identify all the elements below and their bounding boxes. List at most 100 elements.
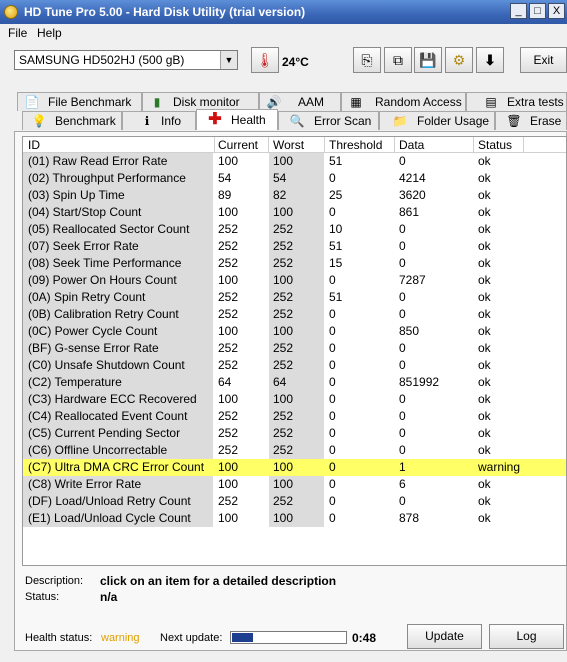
table-row[interactable]: (0A) Spin Retry Count 252 252 51 0 ok — [23, 289, 566, 306]
table-header: ID Current Worst Threshold Data Status — [23, 137, 566, 153]
table-row[interactable]: (0C) Power Cycle Count 100 100 0 850 ok — [23, 323, 566, 340]
copy-all-button[interactable]: ⧉ — [384, 47, 412, 73]
column-divider[interactable] — [523, 137, 524, 152]
cell-current: 100 — [218, 205, 239, 219]
cell-id: (C4) Reallocated Event Count — [28, 409, 188, 423]
save-button[interactable]: 💾 — [414, 47, 442, 73]
cell-id: (BF) G-sense Error Rate — [28, 341, 159, 355]
cell-id: (02) Throughput Performance — [28, 171, 186, 185]
column-header-threshold[interactable]: Threshold — [329, 138, 382, 152]
app-icon — [4, 5, 18, 19]
table-row[interactable]: (07) Seek Error Rate 252 252 51 0 ok — [23, 238, 566, 255]
column-divider[interactable] — [214, 137, 215, 152]
table-row[interactable]: (01) Raw Read Error Rate 100 100 51 0 ok — [23, 153, 566, 170]
cell-current: 100 — [218, 273, 239, 287]
thermometer-icon[interactable]: 🌡 — [251, 47, 279, 73]
cell-data: 0 — [399, 494, 406, 508]
tab-random-access[interactable]: ▦ Random Access — [341, 92, 466, 111]
column-divider[interactable] — [394, 137, 395, 152]
tab-file-benchmark[interactable]: 📄 File Benchmark — [17, 92, 142, 111]
column-header-status[interactable]: Status — [478, 138, 512, 152]
update-progress-bar — [230, 631, 347, 644]
table-row[interactable]: (C8) Write Error Rate 100 100 0 6 ok — [23, 476, 566, 493]
menu-help[interactable]: Help — [37, 26, 62, 40]
exit-button[interactable]: Exit — [520, 47, 567, 73]
cell-threshold: 0 — [329, 443, 336, 457]
column-header-id[interactable]: ID — [28, 138, 40, 152]
table-row[interactable]: (E1) Load/Unload Cycle Count 100 100 0 878 ok — [23, 510, 566, 527]
table-row[interactable]: (C0) Unsafe Shutdown Count 252 252 0 0 ok — [23, 357, 566, 374]
table-row[interactable]: (C4) Reallocated Event Count 252 252 0 0 ok — [23, 408, 566, 425]
column-divider[interactable] — [473, 137, 474, 152]
tab-info[interactable]: ℹ Info — [122, 111, 196, 130]
cell-current: 252 — [218, 256, 239, 270]
cell-status: ok — [478, 205, 491, 219]
table-row[interactable]: (08) Seek Time Performance 252 252 15 0 ok — [23, 255, 566, 272]
cell-worst: 100 — [273, 392, 294, 406]
cell-id: (03) Spin Up Time — [28, 188, 125, 202]
cell-status: ok — [478, 222, 491, 236]
tab-extra-tests[interactable]: ▤ Extra tests — [466, 92, 567, 111]
update-button[interactable]: Update — [407, 624, 482, 649]
window-title: HD Tune Pro 5.00 - Hard Disk Utility (tr… — [24, 5, 306, 19]
cell-threshold: 0 — [329, 307, 336, 321]
table-row[interactable]: (09) Power On Hours Count 100 100 0 7287 ok — [23, 272, 566, 289]
copy-button[interactable]: ⎘ — [353, 47, 381, 73]
table-row[interactable]: (C5) Current Pending Sector 252 252 0 0 ok — [23, 425, 566, 442]
minimize-button[interactable]: _ — [510, 3, 527, 19]
cell-current: 100 — [218, 324, 239, 338]
toolbar: SAMSUNG HD502HJ (500 gB) ▼ 🌡 24°C ⎘ ⧉ 💾 … — [0, 42, 567, 84]
cell-worst: 100 — [273, 477, 294, 491]
tab-error-scan[interactable]: 🔍 Error Scan — [278, 111, 379, 130]
table-row[interactable]: (04) Start/Stop Count 100 100 0 861 ok — [23, 204, 566, 221]
extra-tests-icon: ▤ — [485, 95, 497, 109]
menu-file[interactable]: File — [8, 26, 27, 40]
chevron-down-icon[interactable]: ▼ — [220, 51, 237, 69]
table-row[interactable]: (C7) Ultra DMA CRC Error Count 100 100 0 1 wa… — [23, 459, 566, 476]
cell-id: (C7) Ultra DMA CRC Error Count — [28, 460, 205, 474]
column-header-current[interactable]: Current — [218, 138, 258, 152]
column-header-data[interactable]: Data — [399, 138, 424, 152]
tab-benchmark[interactable]: 💡 Benchmark — [22, 111, 122, 130]
table-row[interactable]: (C3) Hardware ECC Recovered 100 100 0 0 ok — [23, 391, 566, 408]
settings-icon: ⚙ — [452, 52, 466, 68]
tab-erase[interactable]: 🗑 Erase — [495, 111, 567, 130]
down-button[interactable]: ⬇ — [476, 47, 504, 73]
cell-current: 252 — [218, 426, 239, 440]
cell-data: 0 — [399, 392, 406, 406]
table-row[interactable]: (05) Reallocated Sector Count 252 252 10 0 ok — [23, 221, 566, 238]
cell-data: 851992 — [399, 375, 440, 389]
cell-worst: 100 — [273, 273, 294, 287]
table-row[interactable]: (03) Spin Up Time 89 82 25 3620 ok — [23, 187, 566, 204]
table-row[interactable]: (C2) Temperature 64 64 0 851992 ok — [23, 374, 566, 391]
drive-select[interactable]: SAMSUNG HD502HJ (500 gB) ▼ — [14, 50, 238, 70]
table-row[interactable]: (0B) Calibration Retry Count 252 252 0 0 ok — [23, 306, 566, 323]
cell-data: 0 — [399, 307, 406, 321]
table-row[interactable]: (DF) Load/Unload Retry Count 252 252 0 0 ok — [23, 493, 566, 510]
tab-folder-usage[interactable]: 📁 Folder Usage — [379, 111, 495, 130]
cell-status: ok — [478, 188, 491, 202]
lightbulb-icon: 💡 — [31, 114, 47, 128]
column-divider[interactable] — [268, 137, 269, 152]
tab-health[interactable]: ✚ Health — [196, 109, 278, 130]
column-header-worst[interactable]: Worst — [273, 138, 304, 152]
app-window: HD Tune Pro 5.00 - Hard Disk Utility (tr… — [0, 0, 567, 662]
cell-current: 252 — [218, 290, 239, 304]
table-row[interactable]: (BF) G-sense Error Rate 252 252 0 0 ok — [23, 340, 566, 357]
table-row[interactable]: (C6) Offline Uncorrectable 252 252 0 0 ok — [23, 442, 566, 459]
cell-threshold: 0 — [329, 273, 336, 287]
cell-status: ok — [478, 358, 491, 372]
log-button[interactable]: Log — [489, 624, 564, 649]
cell-data: 0 — [399, 239, 406, 253]
cell-data: 1 — [399, 460, 406, 474]
cell-status: ok — [478, 154, 491, 168]
close-button[interactable]: X — [548, 3, 565, 19]
table-row[interactable]: (02) Throughput Performance 54 54 0 4214 ok — [23, 170, 566, 187]
cell-threshold: 0 — [329, 392, 336, 406]
maximize-button[interactable]: □ — [529, 3, 546, 19]
cell-id: (C3) Hardware ECC Recovered — [28, 392, 197, 406]
cell-data: 0 — [399, 341, 406, 355]
column-divider[interactable] — [324, 137, 325, 152]
settings-button[interactable]: ⚙ — [445, 47, 473, 73]
cell-current: 100 — [218, 477, 239, 491]
